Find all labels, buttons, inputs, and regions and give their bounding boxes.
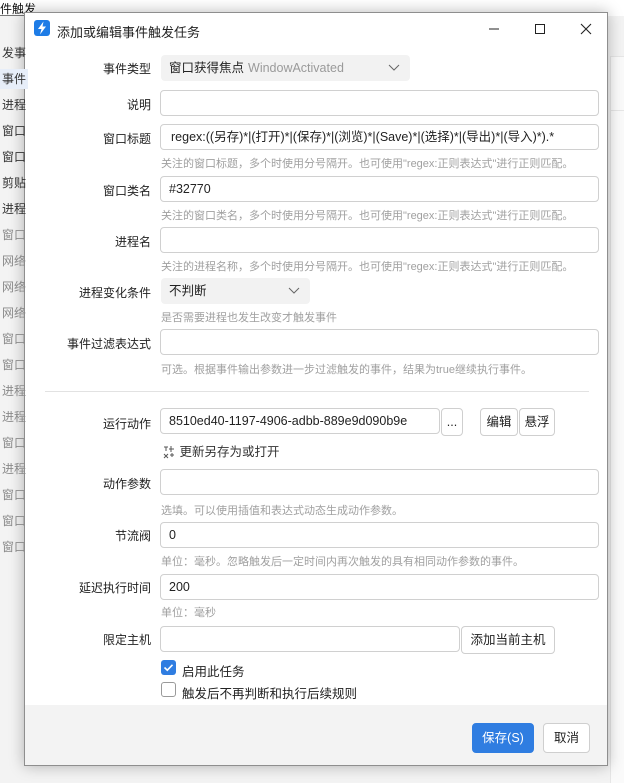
filter-expr-hint: 可选。根据事件输出参数进一步过滤触发的事件，结果为true继续执行事件。 (161, 364, 532, 376)
background-divider (610, 56, 624, 57)
action-name-row[interactable]: 更新另存为或打开 (162, 441, 280, 460)
filter-expr-label: 事件过滤表达式 (66, 337, 151, 351)
window-class-input[interactable]: #32770 (160, 176, 599, 202)
event-type-value: 窗口获得焦点 (169, 61, 245, 75)
background-list-item: 网络 (2, 280, 27, 294)
minimize-button[interactable] (471, 13, 517, 45)
process-name-hint: 关注的进程名称，多个时使用分号隔开。也可使用"regex:正则表达式"进行正则匹… (161, 261, 574, 273)
host-label: 限定主机 (102, 633, 151, 647)
background-list-item: 窗口 (2, 332, 27, 346)
event-type-select[interactable]: 窗口获得焦点 WindowActivated (161, 55, 410, 81)
background-list-item: 窗口 (2, 436, 27, 450)
throttle-input[interactable]: 0 (160, 522, 599, 548)
background-right-panel (610, 56, 624, 783)
stop-after-label[interactable]: 触发后不再判断和执行后续规则 (182, 683, 357, 702)
float-action-button[interactable]: 悬浮 (519, 408, 555, 436)
filter-expr-input[interactable] (160, 329, 599, 355)
check-icon (163, 664, 174, 672)
background-list-item: 窗口 (2, 228, 27, 242)
background-list-item: 事件 (0, 69, 28, 89)
minimize-icon (489, 28, 499, 30)
window-title-input[interactable]: regex:((另存)*|(打开)*|(保存)*|(浏览)*|(Save)*|(… (160, 124, 599, 150)
background-list-item: 进程 (2, 202, 27, 216)
process-change-label: 进程变化条件 (78, 286, 151, 300)
background-list-item: 进程 (2, 410, 27, 424)
browse-action-button[interactable]: ... (441, 408, 463, 436)
maximize-button[interactable] (517, 13, 563, 45)
background-list-item: 进程 (2, 384, 27, 398)
close-button[interactable] (563, 13, 609, 45)
chevron-down-icon (388, 64, 400, 71)
background-list-item: 窗口 (2, 358, 27, 372)
action-params-input[interactable] (160, 469, 599, 495)
delay-input[interactable]: 200 (160, 574, 599, 600)
event-type-label: 事件类型 (102, 62, 151, 76)
background-list-item: 网络 (2, 254, 27, 268)
process-change-select[interactable]: 不判断 (161, 278, 310, 304)
add-current-host-button[interactable]: 添加当前主机 (461, 626, 555, 654)
stop-after-checkbox[interactable] (161, 682, 176, 697)
event-type-value-en: WindowActivated (248, 61, 344, 75)
window-class-label: 窗口类名 (102, 184, 151, 198)
process-change-value: 不判断 (169, 284, 207, 298)
background-list-item: 剪贴 (2, 176, 27, 190)
edit-action-button[interactable]: 编辑 (480, 408, 518, 436)
save-button[interactable]: 保存(S) (472, 723, 534, 753)
chevron-down-icon (288, 287, 300, 294)
cancel-button[interactable]: 取消 (543, 723, 590, 753)
maximize-icon (535, 24, 545, 34)
process-name-label: 进程名 (114, 235, 151, 249)
window-title-hint: 关注的窗口标题，多个时使用分号隔开。也可使用"regex:正则表达式"进行正则匹… (161, 158, 574, 170)
enable-task-label[interactable]: 启用此任务 (182, 661, 245, 680)
dialog-titlebar[interactable]: 添加或编辑事件触发任务 (25, 13, 607, 45)
run-action-label: 运行动作 (102, 417, 151, 431)
process-name-input[interactable] (160, 227, 599, 253)
window-class-hint: 关注的窗口类名，多个时使用分号隔开。也可使用"regex:正则表达式"进行正则匹… (161, 210, 574, 222)
window-title-label: 窗口标题 (102, 132, 151, 146)
action-params-label: 动作参数 (102, 477, 151, 491)
process-change-hint: 是否需要进程也发生改变才触发事件 (161, 312, 337, 324)
background-list-item: 窗口 (2, 124, 27, 138)
run-action-input[interactable]: 8510ed40-1197-4906-adbb-889e9d090b9e (160, 408, 440, 434)
lightning-app-icon (34, 20, 50, 36)
delay-hint: 单位：毫秒 (161, 607, 216, 619)
close-icon (580, 23, 592, 35)
background-divider (610, 110, 624, 111)
enable-task-checkbox[interactable] (161, 660, 176, 675)
edit-event-trigger-dialog: 添加或编辑事件触发任务 事件类型 窗口获得焦点 WindowActivated 说… (24, 12, 608, 766)
background-list-item: 窗口 (2, 488, 27, 502)
host-input[interactable] (160, 626, 460, 652)
action-tool-icon (163, 446, 174, 459)
background-list-item: 进程 (2, 98, 27, 112)
description-label: 说明 (126, 98, 151, 112)
throttle-label: 节流阀 (114, 529, 151, 543)
background-list-item: 窗口 (2, 150, 27, 164)
background-list-item: 窗口 (2, 540, 27, 554)
delay-label: 延迟执行时间 (78, 581, 151, 595)
section-divider (45, 391, 589, 392)
throttle-hint: 单位：毫秒。忽略触发后一定时间内再次触发的具有相同动作参数的事件。 (161, 556, 524, 568)
background-list-item: 发事 (2, 46, 27, 60)
dialog-footer: 保存(S) 取消 (25, 705, 607, 765)
background-list-item: 窗口 (2, 514, 27, 528)
description-input[interactable] (160, 90, 599, 116)
background-list-item: 网络 (2, 306, 27, 320)
action-params-hint: 选填。可以使用插值和表达式动态生成动作参数。 (161, 505, 403, 517)
dialog-title: 添加或编辑事件触发任务 (57, 25, 201, 40)
action-name-text: 更新另存为或打开 (179, 445, 280, 459)
background-list-item: 进程 (2, 462, 27, 476)
